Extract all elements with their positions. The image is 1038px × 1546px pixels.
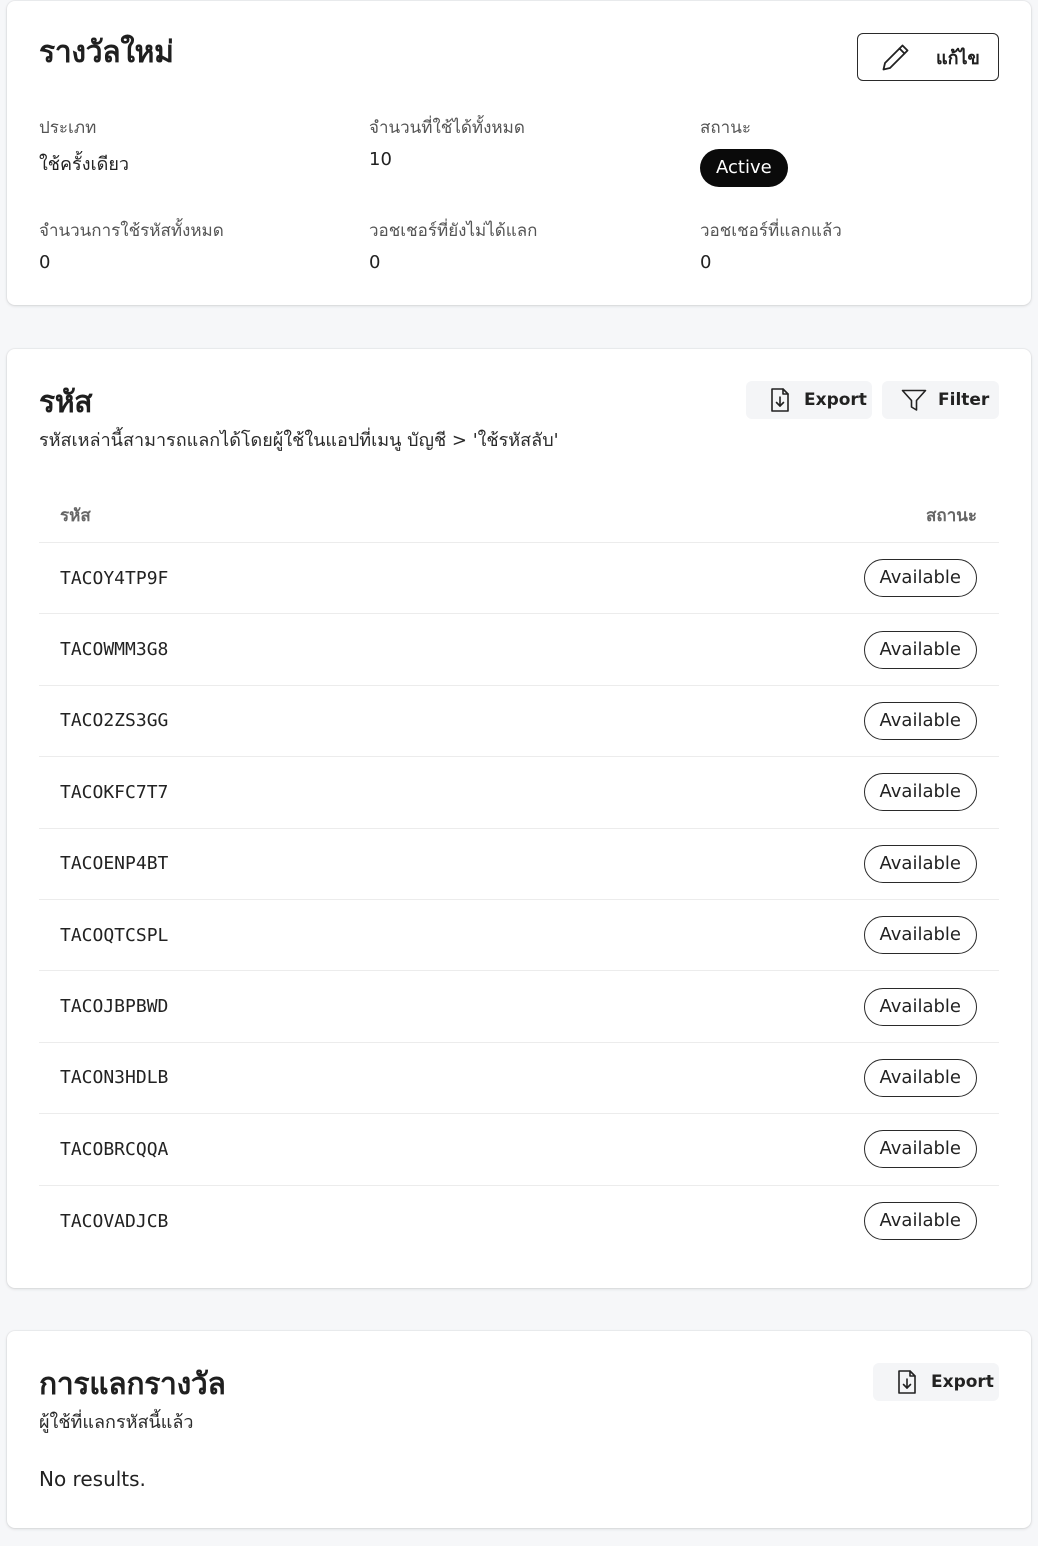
filter-button[interactable]: Filter [882,381,999,419]
code-value: TACOENP4BT [60,853,169,875]
stat-available: จำนวนที่ใช้ได้ทั้งหมด 10 [369,114,525,170]
codes-title: รหัส [39,385,93,420]
funnel-icon [901,389,927,411]
code-value: TACOQTCSPL [60,924,169,946]
column-header-status: สถานะ [926,506,977,526]
table-row[interactable]: TACOY4TP9F Available [39,543,999,615]
stat-type: ประเภท ใช้ครั้งเดียว [39,114,129,178]
stat-redeemed-value: 0 [700,252,712,273]
code-value: TACOWMM3G8 [60,639,169,661]
stat-unredeemed-value: 0 [369,252,381,273]
table-row[interactable]: TACOENP4BT Available [39,829,999,900]
stat-unredeemed: วอชเชอร์ที่ยังไม่ได้แลก 0 [369,217,537,273]
status-pill: Available [863,987,977,1026]
table-row[interactable]: TACON3HDLB Available [39,1043,999,1115]
status-pill: Available [863,773,977,812]
table-row[interactable]: TACOWMM3G8 Available [39,614,999,686]
export-redemptions-label: Export [931,1372,994,1392]
code-value: TACOY4TP9F [60,567,169,589]
file-download-icon [771,388,789,412]
stat-unredeemed-label: วอชเชอร์ที่ยังไม่ได้แลก [369,221,538,241]
codes-card: รหัส รหัสเหล่านี้สามารถแลกได้โดยผู้ใช้ใน… [7,349,1031,1288]
status-pill: Available [863,1202,977,1241]
table-row[interactable]: TACOKFC7T7 Available [39,757,999,829]
stat-redeemed-label: วอชเชอร์ที่แลกแล้ว [700,221,842,241]
status-badge: Active [700,149,788,187]
code-value: TACO2ZS3GG [60,710,169,732]
status-pill: Available [863,1130,977,1169]
stat-status: สถานะ Active [700,114,788,187]
status-pill: Available [863,844,977,883]
table-row[interactable]: TACOBRCQQA Available [39,1114,999,1186]
stat-type-label: ประเภท [39,118,97,138]
export-codes-label: Export [804,390,867,410]
pencil-icon [882,44,909,71]
table-row[interactable]: TACOQTCSPL Available [39,900,999,972]
stat-status-label: สถานะ [700,118,751,138]
table-row[interactable]: TACOVADJCB Available [39,1186,999,1257]
stat-redeemed: วอชเชอร์ที่แลกแล้ว 0 [700,217,842,273]
column-header-code: รหัส [60,506,91,526]
file-download-icon [898,1370,916,1394]
redemptions-title: การแลกรางวัล [39,1367,226,1402]
status-pill: Available [863,701,977,740]
reward-summary-card: รางวัลใหม่ แก้ไข ประเภท ใช้ครั้งเดียว จำ… [7,1,1031,305]
status-pill: Available [863,916,977,955]
stat-total-used: จำนวนการใช้รหัสทั้งหมด 0 [39,217,224,273]
code-value: TACOKFC7T7 [60,781,169,803]
edit-button-label: แก้ไข [936,47,980,69]
code-value: TACON3HDLB [60,1067,169,1089]
redemptions-subtitle: ผู้ใช้ที่แลกรหัสนี้แล้ว [39,1412,194,1433]
stat-available-label: จำนวนที่ใช้ได้ทั้งหมด [369,118,525,138]
stat-total-used-label: จำนวนการใช้รหัสทั้งหมด [39,221,224,241]
stat-type-value: ใช้ครั้งเดียว [39,154,129,175]
filter-label: Filter [938,390,990,410]
codes-table: รหัส สถานะ TACOY4TP9F Available TACOWMM3… [39,489,999,1257]
stat-available-value: 10 [369,149,392,170]
code-value: TACOJBPBWD [60,996,169,1018]
edit-button[interactable]: แก้ไข [857,33,999,81]
export-redemptions-button[interactable]: Export [873,1363,999,1401]
export-codes-button[interactable]: Export [746,381,872,419]
stat-total-used-value: 0 [39,252,51,273]
codes-subtitle: รหัสเหล่านี้สามารถแลกได้โดยผู้ใช้ในแอปที… [39,430,559,451]
table-row[interactable]: TACOJBPBWD Available [39,971,999,1043]
code-value: TACOVADJCB [60,1210,169,1232]
redemptions-card: การแลกรางวัล ผู้ใช้ที่แลกรหัสนี้แล้ว Exp… [7,1331,1031,1528]
status-pill: Available [863,559,977,598]
empty-state-text: No results. [39,1467,146,1491]
status-pill: Available [863,630,977,669]
status-pill: Available [863,1058,977,1097]
reward-title: รางวัลใหม่ [39,35,174,70]
code-value: TACOBRCQQA [60,1138,169,1160]
table-row[interactable]: TACO2ZS3GG Available [39,686,999,758]
codes-table-header: รหัส สถานะ [39,489,999,543]
